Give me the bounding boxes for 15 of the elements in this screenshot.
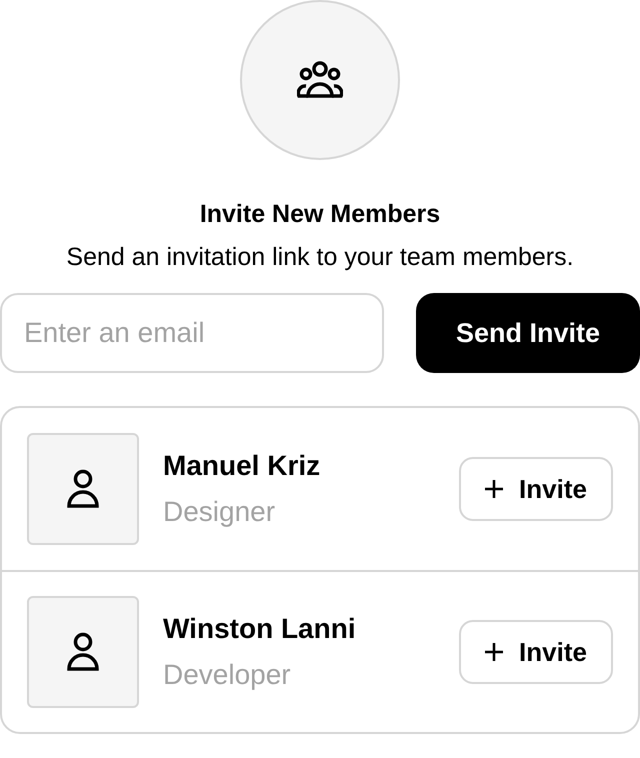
invite-button[interactable]: Invite: [459, 457, 613, 521]
person-icon: [66, 469, 100, 509]
email-field[interactable]: Enter an email: [0, 293, 384, 373]
send-invite-button[interactable]: Send Invite: [416, 293, 640, 373]
person-icon: [66, 632, 100, 672]
member-role: Developer: [163, 658, 292, 692]
title: Invite New Members: [198, 199, 442, 230]
member-name: Winston Lanni: [163, 612, 357, 646]
invite-button[interactable]: Invite: [459, 620, 613, 684]
group-icon: [297, 61, 343, 99]
member-role: Designer: [163, 495, 276, 529]
member-name: Manuel Kriz: [163, 449, 322, 483]
plus-icon: [485, 643, 504, 661]
subtitle: Send an invitation link to your team members.: [65, 242, 575, 272]
plus-icon: [485, 480, 504, 498]
